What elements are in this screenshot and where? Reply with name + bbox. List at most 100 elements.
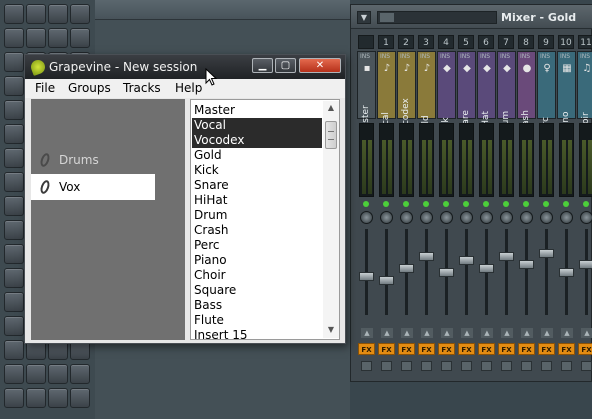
fx-button[interactable]: FX (398, 343, 415, 355)
fx-button[interactable]: FX (498, 343, 515, 355)
mute-led-icon[interactable] (583, 201, 589, 207)
route-arrow-icon[interactable]: ▲ (581, 328, 592, 338)
disk-record-icon[interactable] (361, 361, 372, 371)
mixer-channel[interactable]: INS ▪ Master ▲ FX (357, 31, 377, 383)
track-item[interactable]: Bass (192, 298, 322, 313)
track-item[interactable]: Kick (192, 163, 322, 178)
mute-led-icon[interactable] (563, 201, 569, 207)
route-arrow-icon[interactable]: ▲ (401, 328, 413, 338)
track-item[interactable]: Flute (192, 313, 322, 328)
volume-fader[interactable] (459, 256, 474, 265)
step-pad[interactable] (4, 268, 24, 288)
route-arrow-icon[interactable]: ▲ (361, 328, 373, 338)
mixer-channel[interactable]: 3INS♪Gold▲FX (417, 31, 437, 383)
fx-button[interactable]: FX (358, 343, 375, 355)
mute-led-icon[interactable] (423, 201, 429, 207)
step-pad[interactable] (4, 172, 24, 192)
step-pad[interactable] (4, 364, 24, 384)
disk-record-icon[interactable] (401, 361, 412, 371)
track-item[interactable]: Drum (192, 208, 322, 223)
maximize-button[interactable]: ▢ (275, 58, 296, 73)
step-pad[interactable] (4, 76, 24, 96)
mute-led-icon[interactable] (483, 201, 489, 207)
volume-fader[interactable] (419, 252, 434, 261)
step-pad[interactable] (4, 124, 24, 144)
track-item[interactable]: Piano (192, 253, 322, 268)
step-pad[interactable] (4, 244, 24, 264)
route-arrow-icon[interactable]: ▲ (441, 328, 453, 338)
step-pad[interactable] (26, 388, 46, 408)
step-pad[interactable] (70, 388, 90, 408)
mixer-channel[interactable]: 10INS▦Piano▲FX (557, 31, 577, 383)
volume-fader[interactable] (359, 272, 374, 281)
disk-record-icon[interactable] (461, 361, 472, 371)
step-pad[interactable] (4, 148, 24, 168)
fx-button[interactable]: FX (418, 343, 435, 355)
minimize-button[interactable]: ▁ (252, 58, 273, 73)
tracks-scrollbar[interactable]: ▲ ▼ (323, 101, 339, 338)
mixer-channel[interactable]: 6INS◆HiHat▲FX (477, 31, 497, 383)
mixer-channel[interactable]: 9INS♀Perc▲FX (537, 31, 557, 383)
step-pad[interactable] (4, 100, 24, 120)
mixer-scroll-slider[interactable] (377, 11, 497, 24)
fx-button[interactable]: FX (518, 343, 535, 355)
channel-header[interactable]: INS●Crash (517, 51, 536, 136)
channel-header[interactable]: INS ▪ Master (357, 51, 376, 136)
group-item-drums[interactable]: Drums (31, 147, 155, 173)
route-arrow-icon[interactable]: ▲ (481, 328, 493, 338)
mixer-menu-button[interactable]: ▼ (357, 11, 371, 24)
channel-header[interactable]: INS♪Vocal (377, 51, 396, 136)
step-pad[interactable] (4, 340, 24, 360)
disk-record-icon[interactable] (441, 361, 452, 371)
mixer-channel[interactable]: 1INS♪Vocal▲FX (377, 31, 397, 383)
route-arrow-icon[interactable]: ▲ (561, 328, 573, 338)
channel-header[interactable]: INS♀Perc (537, 51, 556, 136)
route-arrow-icon[interactable]: ▲ (421, 328, 433, 338)
track-item[interactable]: Insert 15 (192, 328, 322, 343)
step-pad[interactable] (48, 4, 68, 24)
fx-button[interactable]: FX (558, 343, 575, 355)
disk-record-icon[interactable] (501, 361, 512, 371)
step-pad[interactable] (48, 28, 68, 48)
step-pad[interactable] (4, 52, 24, 72)
mixer-channel[interactable]: 4INS◆Kick▲FX (437, 31, 457, 383)
channel-header[interactable]: INS▦Piano (557, 51, 576, 136)
disk-record-icon[interactable] (561, 361, 572, 371)
pan-knob[interactable] (540, 211, 553, 224)
fx-button[interactable]: FX (458, 343, 475, 355)
track-item[interactable]: Vocal (192, 118, 322, 133)
pan-knob[interactable] (380, 211, 393, 224)
mute-led-icon[interactable] (443, 201, 449, 207)
route-arrow-icon[interactable]: ▲ (521, 328, 533, 338)
volume-fader[interactable] (439, 268, 454, 277)
disk-record-icon[interactable] (541, 361, 552, 371)
step-pad[interactable] (4, 388, 24, 408)
track-item[interactable]: Vocodex (192, 133, 322, 148)
step-pad[interactable] (48, 364, 68, 384)
volume-fader[interactable] (379, 276, 394, 285)
grapevine-titlebar[interactable]: Grapevine - New session ▁ ▢ ✕ (25, 55, 345, 79)
step-pad[interactable] (4, 196, 24, 216)
mute-led-icon[interactable] (363, 201, 369, 207)
volume-fader[interactable] (499, 252, 514, 261)
step-pad[interactable] (4, 316, 24, 336)
track-item[interactable]: Gold (192, 148, 322, 163)
step-pad[interactable] (70, 364, 90, 384)
track-item[interactable]: Perc (192, 238, 322, 253)
volume-fader[interactable] (539, 249, 554, 258)
step-pad[interactable] (26, 28, 46, 48)
channel-header[interactable]: INS◆Drum (497, 51, 516, 136)
mute-led-icon[interactable] (543, 201, 549, 207)
volume-fader[interactable] (559, 268, 574, 277)
track-item[interactable]: Crash (192, 223, 322, 238)
pan-knob[interactable] (520, 211, 533, 224)
step-pad[interactable] (70, 28, 90, 48)
menu-tracks[interactable]: Tracks (123, 81, 161, 95)
channel-header[interactable]: INS◆HiHat (477, 51, 496, 136)
channel-header[interactable]: INS◆Kick (437, 51, 456, 136)
mixer-channel[interactable]: 7INS◆Drum▲FX (497, 31, 517, 383)
mute-led-icon[interactable] (503, 201, 509, 207)
pan-knob[interactable] (500, 211, 513, 224)
mixer-titlebar[interactable]: ▼ Mixer - Gold (351, 5, 592, 29)
mixer-channel[interactable]: 11INS♫Choir▲FX (577, 31, 592, 383)
